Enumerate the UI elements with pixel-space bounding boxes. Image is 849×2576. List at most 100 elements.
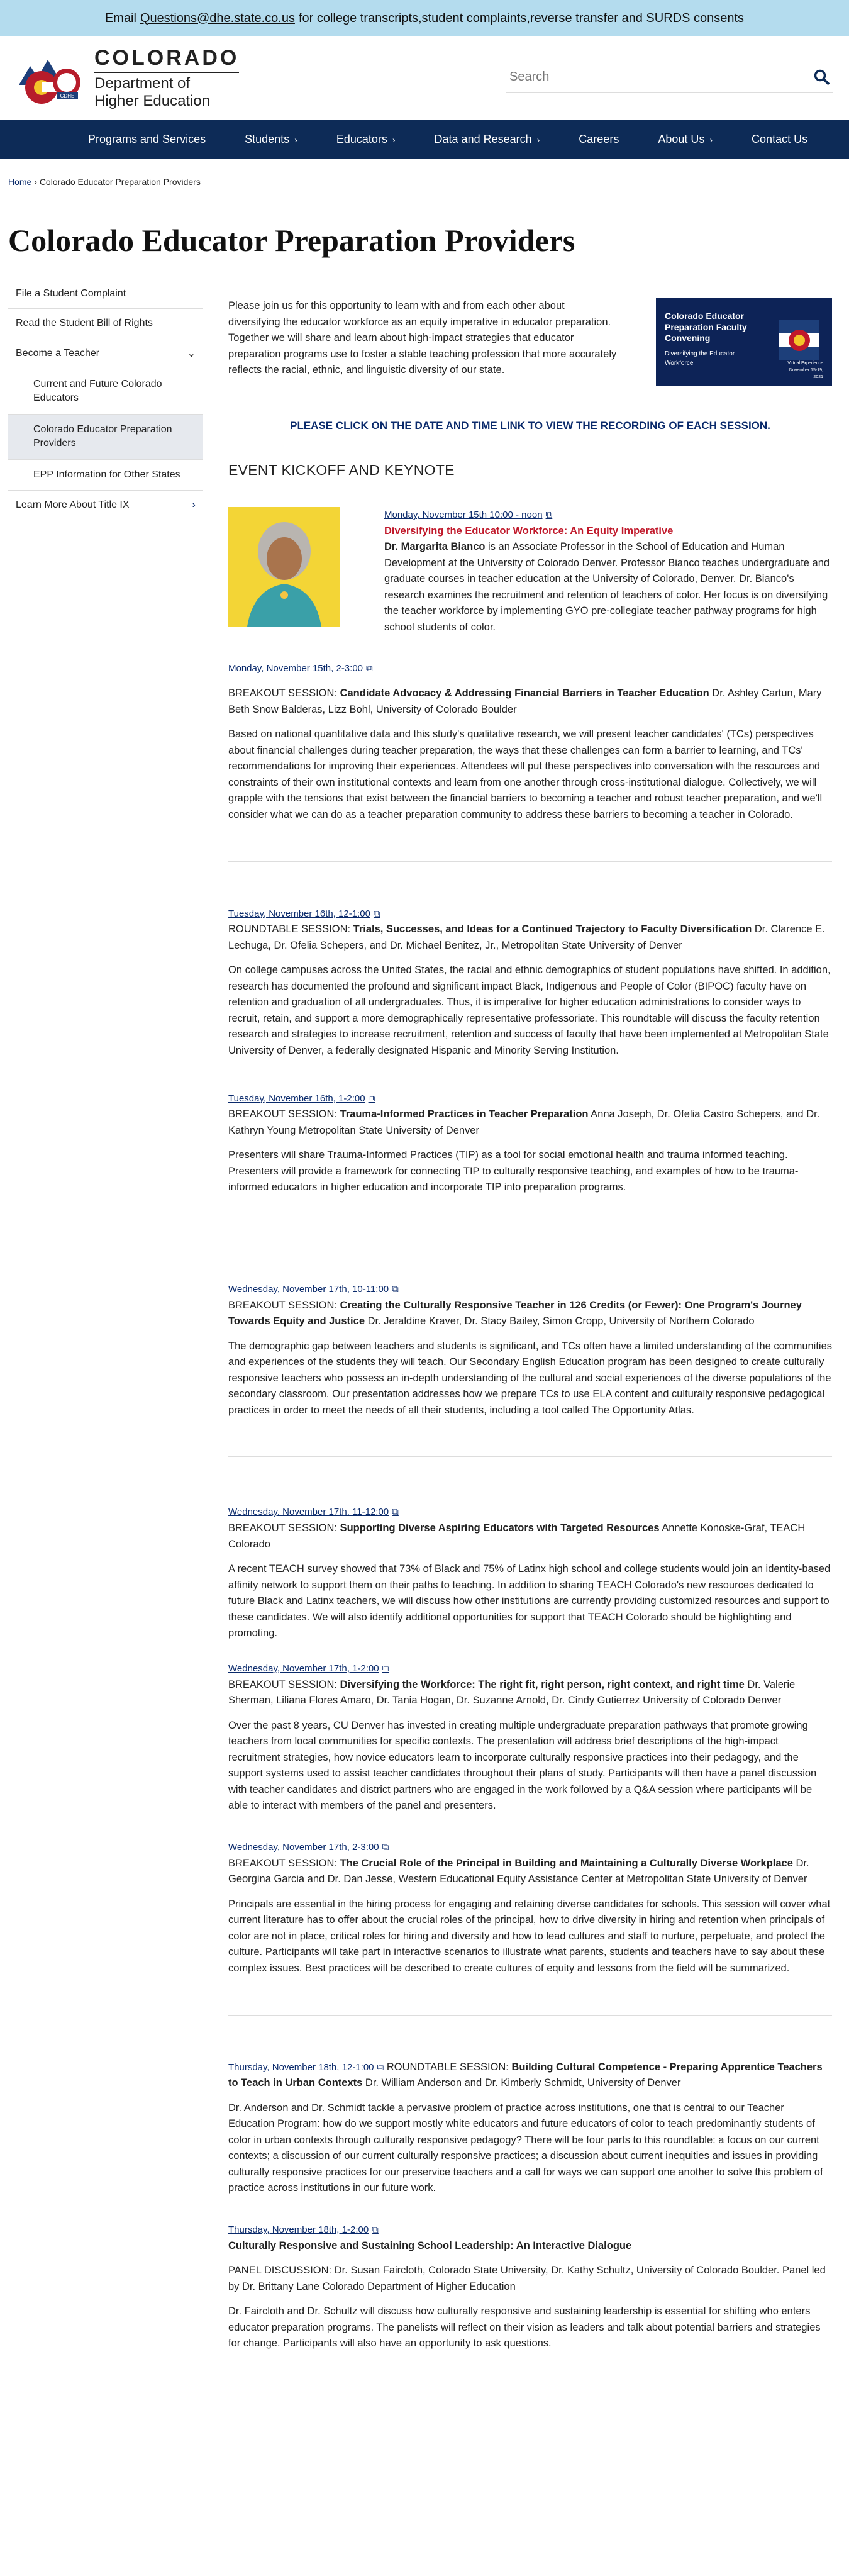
convening-promo-image: Colorado Educator Preparation Faculty Co… xyxy=(656,298,832,386)
session-description: Dr. Faircloth and Dr. Schultz will discu… xyxy=(228,2306,821,2350)
session-title: Diversifying the Workforce: The right fi… xyxy=(340,1678,745,1690)
session-date-link[interactable]: Wednesday, November 17th, 11-12:00 ⧉ xyxy=(228,1505,399,1519)
nav-programs-and-services[interactable]: Programs and Services xyxy=(88,133,206,146)
session-block: Tuesday, November 16th, 1-2:00 ⧉ BREAKOUT… xyxy=(228,1091,832,1196)
external-link-icon: ⧉ xyxy=(373,908,380,919)
session-block: Tuesday, November 16th, 12-1:00 ⧉ ROUNDTA… xyxy=(228,906,832,1059)
search-input[interactable] xyxy=(506,64,811,90)
session-description: On college campuses across the United St… xyxy=(228,964,831,1057)
breadcrumb-separator: › xyxy=(34,177,37,187)
chevron-right-icon[interactable]: › xyxy=(192,499,196,511)
nav-about-us[interactable]: About Us › xyxy=(658,133,713,146)
external-link-icon: ⧉ xyxy=(382,1663,389,1674)
external-link-icon: ⧉ xyxy=(366,663,373,674)
session-description: Based on national quantitative data and … xyxy=(228,728,823,820)
session-date-link[interactable]: Thursday, November 18th, 1-2:00 ⧉ xyxy=(228,2222,379,2237)
promo-title: Colorado Educator Preparation Faculty Co… xyxy=(665,311,747,343)
sidebar-item-title-ix[interactable]: Learn More About Title IX › xyxy=(8,489,203,520)
session-title: Trauma-Informed Practices in Teacher Pre… xyxy=(340,1108,589,1120)
breadcrumb-current: Colorado Educator Preparation Providers xyxy=(39,177,201,187)
main-nav: Programs and Services Students › Educator… xyxy=(0,120,849,159)
session-description: Over the past 8 years, CU Denver has inv… xyxy=(228,1719,817,1812)
svg-text:CDHE: CDHE xyxy=(60,93,75,99)
session-date-link[interactable]: Tuesday, November 16th, 12-1:00 ⧉ xyxy=(228,906,380,921)
promo-date: Virtual Experience November 15-19, 2021 xyxy=(787,361,823,380)
logo-state: COLORADO xyxy=(94,46,240,70)
search-bar xyxy=(506,62,833,93)
keynote-speaker: Dr. Margarita Bianco xyxy=(384,541,486,553)
colorado-flag-logo-icon: CDHE xyxy=(19,48,82,108)
session-date-link[interactable]: Wednesday, November 17th, 2-3:00 ⧉ xyxy=(228,1840,389,1854)
section-title: EVENT KICKOFF AND KEYNOTE xyxy=(228,462,455,479)
top-announcement-bar: Email Questions@dhe.state.co.us for coll… xyxy=(0,0,849,36)
session-date-link[interactable]: Thursday, November 18th, 12-1:00 ⧉ xyxy=(228,2060,384,2075)
logo-dept-line1: Department of xyxy=(94,75,191,92)
session-description: A recent TEACH survey showed that 73% of… xyxy=(228,1563,831,1639)
nav-data-and-research[interactable]: Data and Research › xyxy=(435,133,540,146)
session-block: Wednesday, November 17th, 2-3:00 ⧉ BREAKO… xyxy=(228,1839,832,1977)
keynote-session: Monday, November 15th 10:00 - noon ⧉ Dive… xyxy=(228,506,832,636)
chevron-right-icon: › xyxy=(709,134,713,145)
chevron-down-icon[interactable]: ⌄ xyxy=(187,347,196,360)
cdhe-logo[interactable]: CDHE COLORADO Department of Higher Educa… xyxy=(19,46,240,109)
intro-text: Please join us for this opportunity to l… xyxy=(228,300,617,376)
email-link[interactable]: Questions@dhe.state.co.us xyxy=(140,11,295,26)
nav-students[interactable]: Students › xyxy=(245,133,297,146)
session-block: Monday, November 15th, 2-3:00 ⧉ BREAKOUT … xyxy=(228,661,832,823)
speaker-photo xyxy=(228,506,340,627)
main-content: Please join us for this opportunity to l… xyxy=(228,279,832,2352)
external-link-icon: ⧉ xyxy=(377,2061,384,2073)
session-title: The Crucial Role of the Principal in Bui… xyxy=(340,1857,793,1869)
session-block: Thursday, November 18th, 12-1:00 ⧉ ROUNDT… xyxy=(228,2060,832,2197)
recording-instructions: PLEASE CLICK ON THE DATE AND TIME LINK T… xyxy=(290,420,770,432)
session-block: Wednesday, November 17th, 10-11:00 ⧉ BREA… xyxy=(228,1281,832,1419)
sidebar-item-become-teacher[interactable]: Become a Teacher ⌄ xyxy=(8,338,203,369)
session-date-link[interactable]: Monday, November 15th, 2-3:00 ⧉ xyxy=(228,661,373,676)
session-block: Wednesday, November 17th, 1-2:00 ⧉ BREAKO… xyxy=(228,1661,832,1814)
session-title: Candidate Advocacy & Addressing Financia… xyxy=(340,688,709,700)
external-link-icon: ⧉ xyxy=(372,2224,379,2236)
chevron-right-icon: › xyxy=(392,134,396,145)
external-link-icon: ⧉ xyxy=(392,1283,399,1295)
session-title: Trials, Successes, and Ideas for a Conti… xyxy=(353,923,752,935)
session-date-link[interactable]: Wednesday, November 17th, 1-2:00 ⧉ xyxy=(228,1661,389,1676)
sidebar-subitem-current-future-educators[interactable]: Current and Future Colorado Educators xyxy=(8,369,203,414)
nav-careers[interactable]: Careers xyxy=(579,133,619,146)
sidebar-item-bill-of-rights[interactable]: Read the Student Bill of Rights xyxy=(8,308,203,338)
sidebar-item-file-complaint[interactable]: File a Student Complaint xyxy=(8,279,203,308)
keynote-bio: is an Associate Professor in the School … xyxy=(384,541,830,633)
sidebar-subitem-epp-other-states[interactable]: EPP Information for Other States xyxy=(8,459,203,490)
session-title: Supporting Diverse Aspiring Educators wi… xyxy=(340,1522,660,1534)
colorado-c-logo-icon xyxy=(779,320,819,360)
page-title: Colorado Educator Preparation Providers xyxy=(8,223,575,258)
site-header: CDHE COLORADO Department of Higher Educa… xyxy=(0,36,849,120)
promo-subtitle: Diversifying the Educator Workforce xyxy=(665,350,735,367)
external-link-icon: ⧉ xyxy=(382,1842,389,1853)
session-title: Culturally Responsive and Sustaining Sch… xyxy=(228,2239,632,2251)
breadcrumb-home[interactable]: Home xyxy=(8,177,31,187)
chevron-right-icon: › xyxy=(294,134,297,145)
session-date-link[interactable]: Wednesday, November 17th, 10-11:00 ⧉ xyxy=(228,1282,399,1296)
external-link-icon: ⧉ xyxy=(368,1093,375,1104)
announcement-prefix: Email xyxy=(104,11,136,25)
external-link-icon: ⧉ xyxy=(392,1507,399,1518)
session-description: Dr. Anderson and Dr. Schmidt tackle a pe… xyxy=(228,2102,823,2194)
nav-educators[interactable]: Educators › xyxy=(336,133,396,146)
session-description: Presenters will share Trauma-Informed Pr… xyxy=(228,1149,799,1193)
session-panel: PANEL DISCUSSION: Dr. Susan Faircloth, C… xyxy=(228,2265,826,2292)
logo-dept-line2: Higher Education xyxy=(94,92,211,109)
breadcrumb: Home › Colorado Educator Preparation Pro… xyxy=(0,159,849,197)
search-icon[interactable] xyxy=(811,66,833,89)
session-description: Principals are essential in the hiring p… xyxy=(228,1898,831,1974)
announcement-suffix: for college transcripts,student complain… xyxy=(298,11,745,25)
session-date-link[interactable]: Tuesday, November 16th, 1-2:00 ⧉ xyxy=(228,1091,375,1106)
sidebar-subitem-epp[interactable]: Colorado Educator Preparation Providers xyxy=(8,413,203,459)
sidebar: File a Student Complaint Read the Studen… xyxy=(8,279,203,2352)
session-block: Wednesday, November 17th, 11-12:00 ⧉ BREA… xyxy=(228,1504,832,1642)
keynote-date-link[interactable]: Monday, November 15th 10:00 - noon ⧉ xyxy=(384,508,552,522)
session-description: The demographic gap between teachers and… xyxy=(228,1340,833,1416)
session-block: Thursday, November 18th, 1-2:00 ⧉ Cultura… xyxy=(228,2222,832,2352)
nav-contact-us[interactable]: Contact Us xyxy=(752,133,807,146)
external-link-icon: ⧉ xyxy=(545,509,553,520)
keynote-title: Diversifying the Educator Workforce: An … xyxy=(384,525,674,537)
